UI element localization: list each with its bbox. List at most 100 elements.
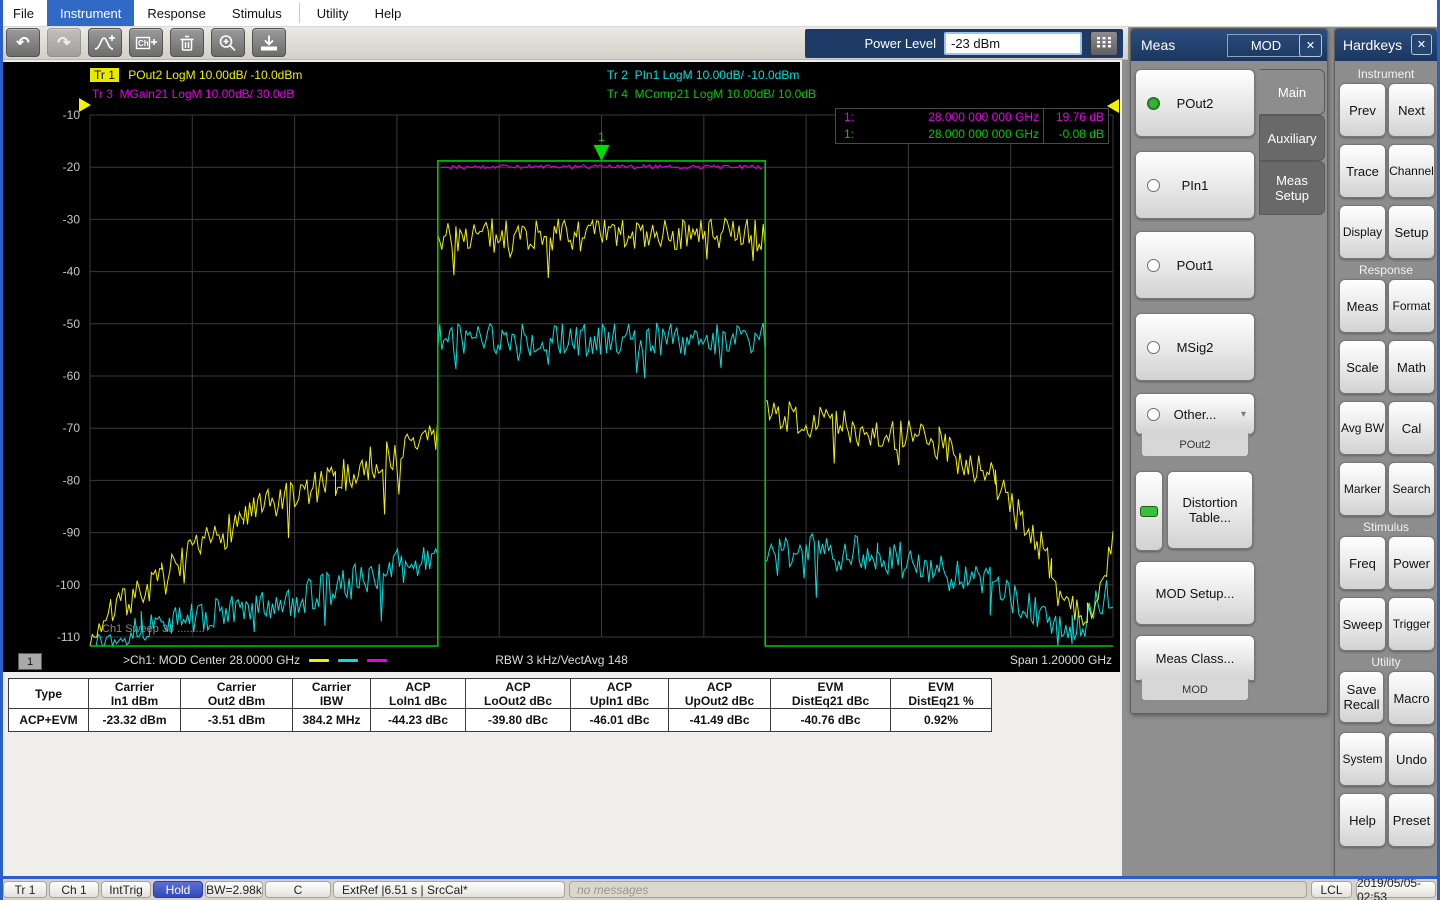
tab-main[interactable]: Main	[1259, 69, 1325, 115]
hardkey-meas[interactable]: Meas	[1339, 279, 1386, 333]
meas-button-label: MSig2	[1177, 340, 1214, 355]
meas-panel: Meas MOD ✕ POut2 PIn1 POut1 MSig2 Other.…	[1130, 28, 1328, 714]
chart-footer: 1 >Ch1: MOD Center 28.0000 GHz RBW 3 kHz…	[3, 653, 1120, 672]
trace1-annotation[interactable]: Tr 1 POut2 LogM 10.00dB/ -10.0dBm	[90, 68, 302, 82]
trace2-annotation[interactable]: Tr 2 PIn1 LogM 10.00dB/ -10.0dBm	[607, 68, 799, 82]
toggle-led-icon	[1140, 506, 1158, 517]
y-axis-label: -100	[56, 578, 80, 592]
meas-panel-title: Meas	[1141, 37, 1175, 53]
hardkey-preset[interactable]: Preset	[1388, 793, 1435, 847]
y-axis-label: -30	[63, 212, 81, 226]
y-axis-label: -70	[63, 421, 81, 435]
menu-item-response[interactable]: Response	[134, 0, 219, 26]
hardkey-trigger[interactable]: Trigger	[1388, 597, 1435, 651]
channel-info: >Ch1: MOD Center 28.0000 GHz	[123, 653, 387, 667]
radio-off-icon	[1147, 341, 1160, 354]
trace2-text: PIn1 LogM 10.00dB/ -10.0dBm	[635, 68, 800, 82]
save-button[interactable]	[252, 28, 286, 57]
y-axis-label: -60	[63, 369, 81, 383]
hardkey-marker[interactable]: Marker	[1339, 462, 1386, 516]
col-header-acp-upin1: ACPUpIn1 dBc	[571, 679, 669, 709]
hardkey-power[interactable]: Power	[1388, 536, 1435, 590]
mod-setup-button[interactable]: MOD Setup...	[1135, 561, 1255, 625]
hardkey-setup[interactable]: Setup	[1388, 205, 1435, 259]
status-trigger[interactable]: IntTrig	[101, 881, 151, 898]
status-hold[interactable]: Hold	[153, 881, 203, 898]
hardkey-macro[interactable]: Macro	[1388, 671, 1435, 725]
menu-item-instrument[interactable]: Instrument	[47, 0, 134, 26]
meas-button-pin1[interactable]: PIn1	[1135, 151, 1255, 219]
marker-1-triangle[interactable]	[594, 145, 610, 161]
status-channel[interactable]: Ch 1	[49, 881, 99, 898]
keypad-button[interactable]	[1090, 31, 1118, 56]
menu-item-file[interactable]: File	[0, 0, 47, 26]
hardkey-help[interactable]: Help	[1339, 793, 1386, 847]
distortion-table-toggle[interactable]	[1135, 471, 1163, 551]
hardkey-next[interactable]: Next	[1388, 83, 1435, 137]
status-correction[interactable]: C	[265, 881, 331, 898]
delete-button[interactable]	[170, 28, 204, 57]
meas-button-pout1[interactable]: POut1	[1135, 231, 1255, 299]
hardkey-undo[interactable]: Undo	[1388, 732, 1435, 786]
channel-badge[interactable]: 1	[18, 653, 42, 670]
hardkey-prev[interactable]: Prev	[1339, 83, 1386, 137]
status-bandwidth[interactable]: BW=2.98k	[205, 881, 263, 898]
power-level-input[interactable]	[944, 32, 1082, 55]
hardkey-scale[interactable]: Scale	[1339, 340, 1386, 394]
zoom-button[interactable]	[211, 28, 245, 57]
close-icon[interactable]: ✕	[1411, 34, 1432, 55]
tab-meas-setup[interactable]: Meas Setup	[1259, 161, 1325, 215]
radio-off-icon	[1147, 259, 1160, 272]
hardkey-trace[interactable]: Trace	[1339, 144, 1386, 198]
hardkey-format[interactable]: Format	[1388, 279, 1435, 333]
col-header-acp-loin1: ACPLoIn1 dBc	[371, 679, 466, 709]
status-trace[interactable]: Tr 1	[3, 881, 47, 898]
hardkey-sweep[interactable]: Sweep	[1339, 597, 1386, 651]
cell-acp-upin1: -46.01 dBc	[571, 709, 669, 731]
close-icon[interactable]: ✕	[1299, 34, 1322, 57]
menu-item-utility[interactable]: Utility	[304, 0, 362, 26]
hardkey-search[interactable]: Search	[1388, 462, 1435, 516]
hardkey-save-recall[interactable]: Save Recall	[1339, 671, 1384, 723]
hardkey-math[interactable]: Math	[1388, 340, 1435, 394]
table-data-row: ACP+EVM -23.32 dBm -3.51 dBm 384.2 MHz -…	[9, 709, 991, 731]
hardkey-channel[interactable]: Channel	[1388, 144, 1435, 198]
section-label-instrument: Instrument	[1335, 67, 1437, 81]
add-channel-button[interactable]: Ch	[129, 28, 163, 57]
trace3-annotation[interactable]: Tr 3 MGain21 LogM 10.00dB/ 30.0dB	[92, 87, 294, 101]
meas-button-msig2[interactable]: MSig2	[1135, 313, 1255, 381]
meas-panel-titlebar: Meas MOD ✕	[1131, 29, 1327, 61]
meas-class-button[interactable]: Meas Class...	[1135, 635, 1255, 681]
status-extref[interactable]: ExtRef |6.51 s | SrcCal*	[333, 881, 565, 898]
hardkey-avg-bw[interactable]: Avg BW	[1339, 401, 1386, 455]
marker-value: 19.76 dB	[1044, 109, 1108, 126]
undo-button[interactable]: ↶	[6, 28, 40, 57]
meas-button-label: POut2	[1177, 96, 1214, 111]
cell-carrier-ibw: 384.2 MHz	[293, 709, 371, 731]
add-trace-button[interactable]	[88, 28, 122, 57]
radio-off-icon	[1147, 408, 1160, 421]
y-axis-label: -20	[63, 160, 81, 174]
hardkey-system[interactable]: System	[1339, 732, 1386, 786]
y-axis-label: -90	[63, 526, 81, 540]
meas-mode-selector[interactable]: MOD	[1227, 34, 1305, 57]
marker-frequency: 28.000 000 000 GHz	[874, 126, 1044, 143]
meas-button-other[interactable]: Other... ▾	[1135, 393, 1255, 435]
hardkey-display[interactable]: Display	[1339, 205, 1386, 259]
trace4-annotation[interactable]: Tr 4 MComp21 LogM 10.00dB/ 10.0dB	[607, 87, 816, 101]
section-label-stimulus: Stimulus	[1335, 520, 1437, 534]
svg-text:Ch: Ch	[138, 39, 149, 48]
center-frequency-text: >Ch1: MOD Center 28.0000 GHz	[123, 653, 300, 667]
distortion-table-button[interactable]: Distortion Table...	[1167, 471, 1253, 549]
redo-button[interactable]: ↷	[47, 28, 81, 57]
hardkey-cal[interactable]: Cal	[1388, 401, 1435, 455]
menu-item-help[interactable]: Help	[362, 0, 415, 26]
status-message: no messages	[569, 881, 1307, 898]
cell-type: ACP+EVM	[9, 709, 89, 731]
table-header-row: Type CarrierIn1 dBm CarrierOut2 dBm Carr…	[9, 679, 991, 709]
menu-item-stimulus[interactable]: Stimulus	[219, 0, 295, 26]
hardkey-freq[interactable]: Freq	[1339, 536, 1386, 590]
meas-button-pout2[interactable]: POut2	[1135, 69, 1255, 137]
tab-auxiliary[interactable]: Auxiliary	[1259, 115, 1325, 161]
marker-readout-row: 1: 28.000 000 000 GHz 19.76 dB	[836, 109, 1108, 126]
